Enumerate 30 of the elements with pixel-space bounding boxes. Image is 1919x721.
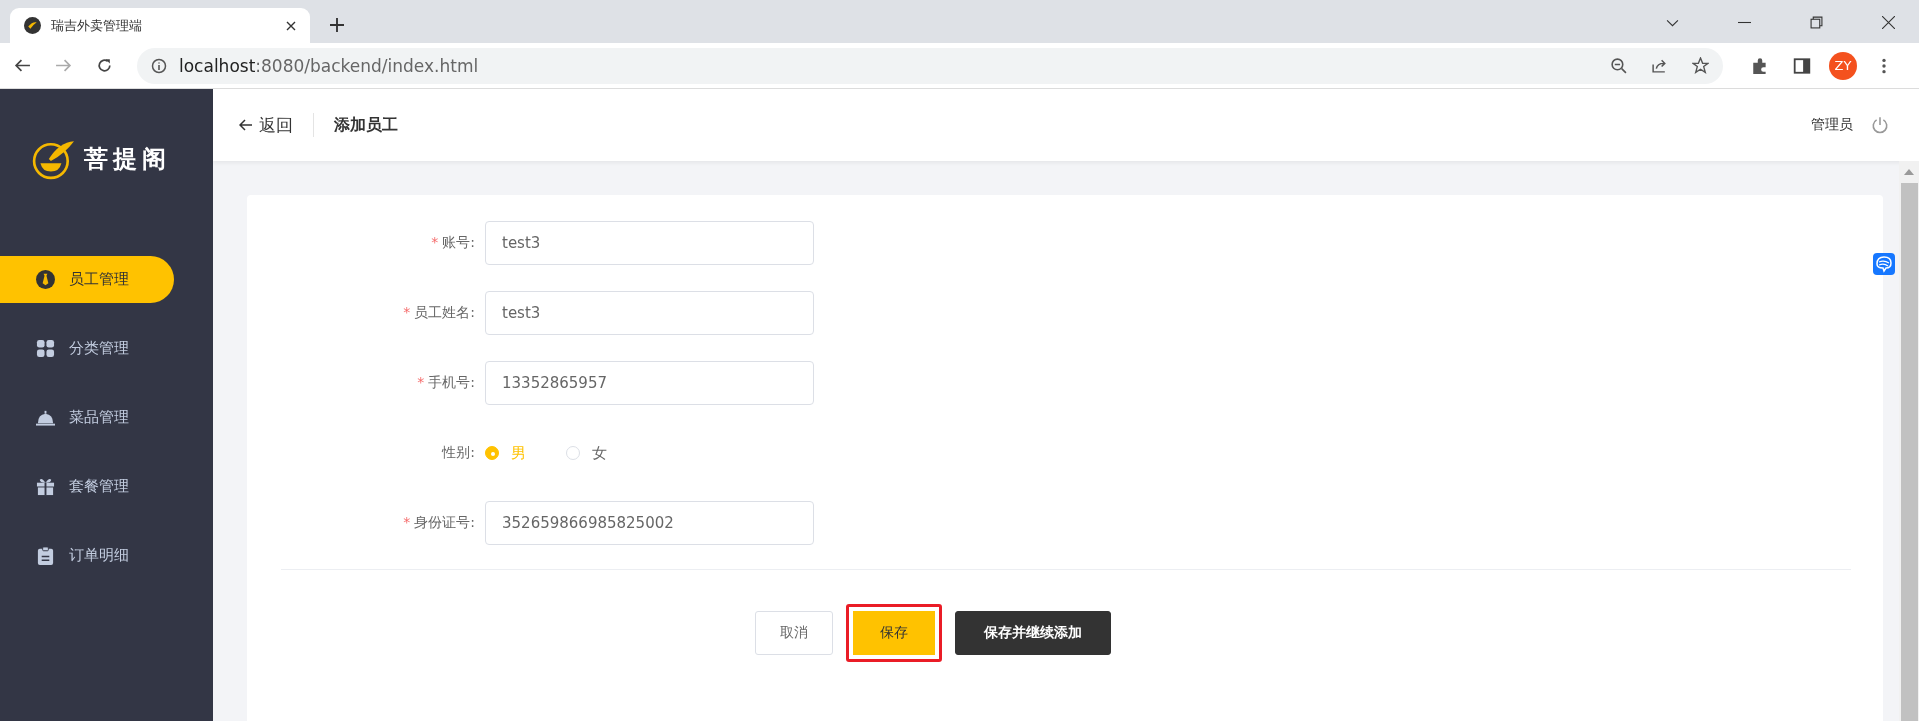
sidebar-item[interactable]: 分类管理: [0, 325, 174, 372]
sidebar-item[interactable]: 员工管理: [0, 256, 174, 303]
form-button[interactable]: 保存并继续添加: [955, 611, 1111, 655]
required-mark: *: [417, 374, 425, 392]
field-label: 手机号:: [428, 374, 475, 392]
sidebar-item[interactable]: 订单明细: [0, 532, 174, 579]
url-text: localhost:8080/backend/index.html: [179, 55, 479, 76]
brand-name: 菩提阁: [84, 144, 171, 175]
tab-title: 瑞吉外卖管理端: [51, 16, 143, 35]
page-title: 添加员工: [334, 114, 398, 136]
form-button[interactable]: 保存: [846, 604, 942, 662]
back-link[interactable]: 返回: [239, 113, 293, 137]
required-mark: *: [403, 514, 411, 532]
input-field[interactable]: 13352865957: [485, 361, 814, 405]
required-mark: *: [431, 234, 439, 252]
required-mark: *: [403, 304, 411, 322]
field-label: 账号:: [442, 234, 475, 252]
field-label: 员工姓名:: [414, 304, 475, 322]
browser-tab[interactable]: 瑞吉外卖管理端: [10, 8, 310, 43]
address-bar[interactable]: localhost:8080/backend/index.html: [137, 47, 1723, 84]
sidebar-item[interactable]: 套餐管理: [0, 463, 174, 510]
radio-option[interactable]: 女: [566, 443, 607, 463]
form-button[interactable]: 取消: [755, 611, 833, 655]
user-name: 管理员: [1811, 116, 1853, 134]
input-field[interactable]: test3: [485, 291, 814, 335]
input-field[interactable]: test3: [485, 221, 814, 265]
field-label: 身份证号:: [414, 514, 475, 532]
field-label: 性别:: [442, 444, 475, 462]
input-field[interactable]: 352659866985825002: [485, 501, 814, 545]
sidebar-item[interactable]: 菜品管理: [0, 394, 174, 441]
